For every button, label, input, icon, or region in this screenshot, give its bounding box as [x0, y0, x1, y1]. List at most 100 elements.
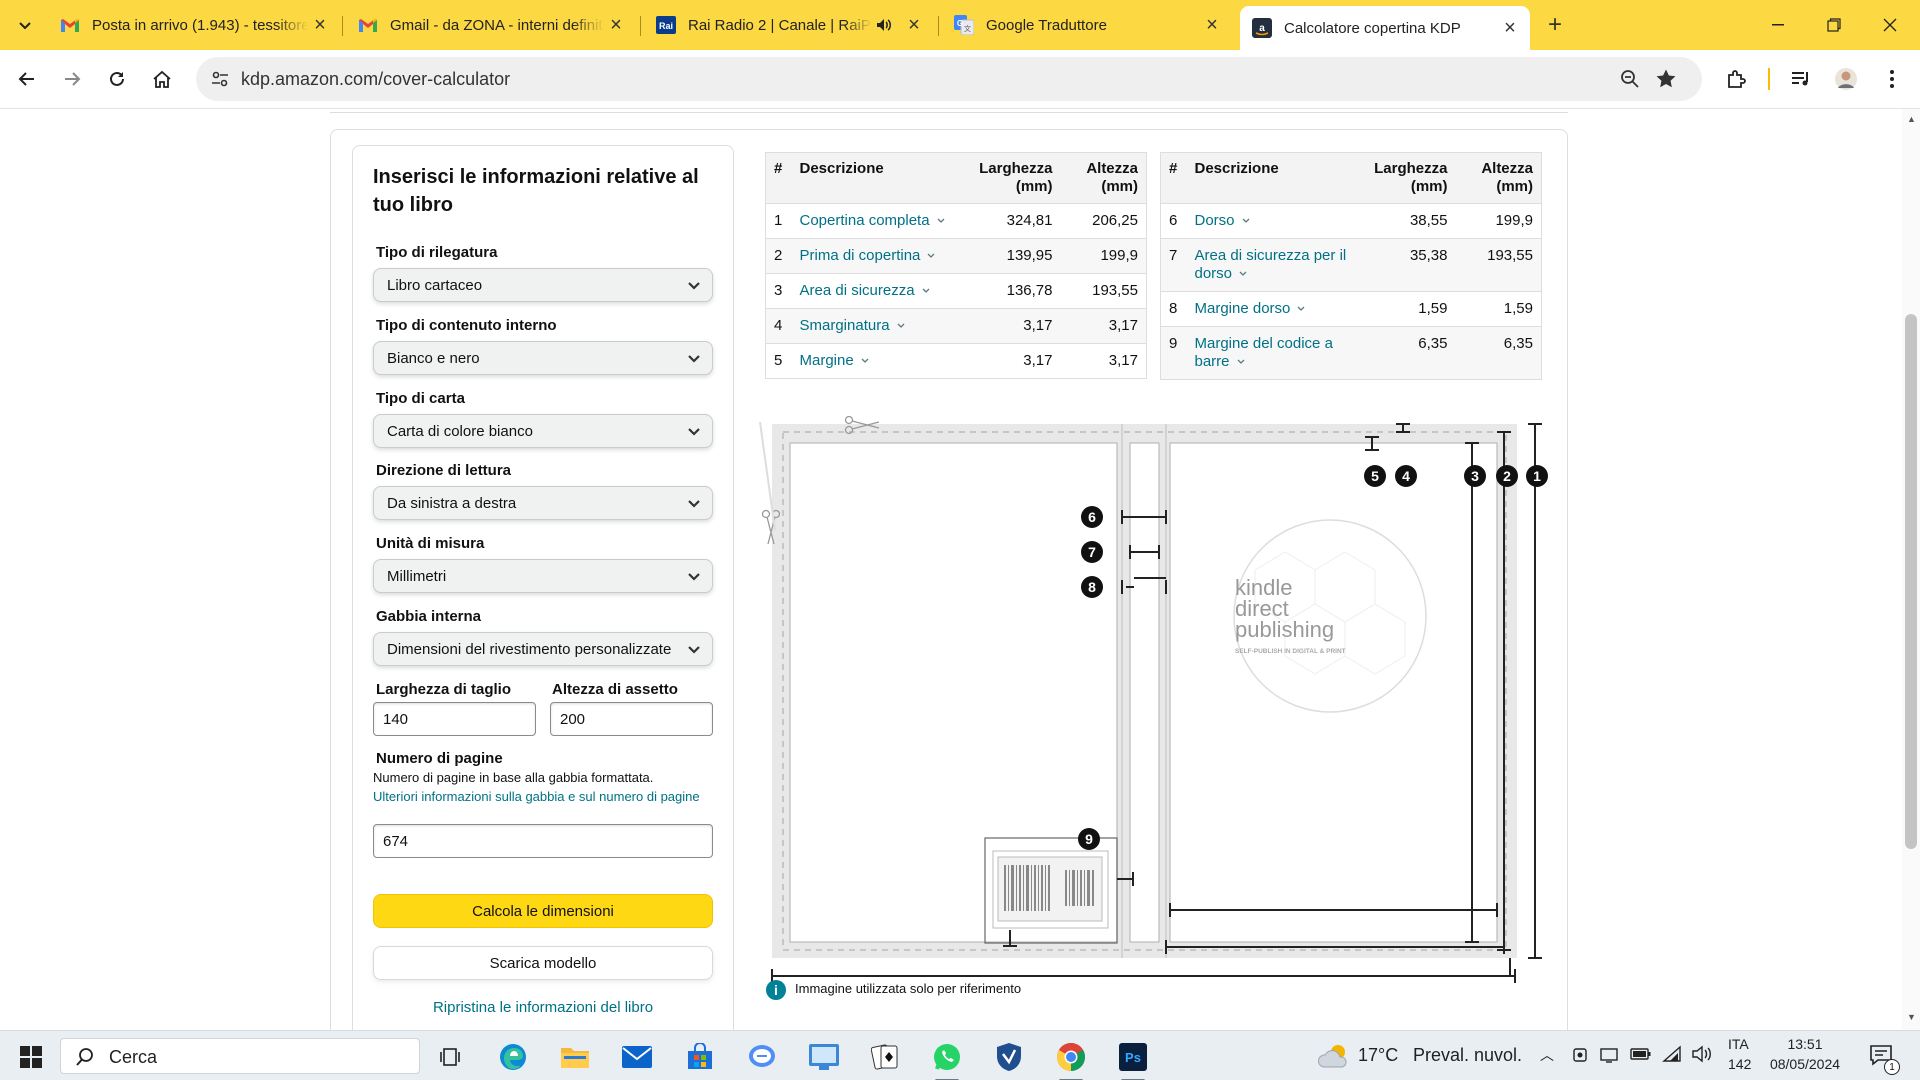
direction-select[interactable]: Da sinistra a destra — [373, 486, 713, 520]
reset-book-link[interactable]: Ripristina le informazioni del libro — [373, 999, 713, 1016]
minimize-button[interactable] — [1750, 0, 1806, 50]
close-icon[interactable]: × — [1498, 16, 1522, 40]
language-indicator[interactable]: ITA — [1728, 1036, 1749, 1052]
rai-icon: Rai — [656, 15, 676, 35]
row-description-link[interactable]: Margine del codice a barre — [1195, 335, 1333, 370]
trim-width-input[interactable]: 140 — [373, 702, 536, 736]
row-description[interactable]: Prima di copertina — [791, 238, 961, 274]
extensions-button[interactable] — [1719, 62, 1753, 96]
row-description[interactable]: Margine — [791, 343, 961, 379]
close-icon[interactable]: × — [308, 13, 332, 37]
tab-google-translate[interactable]: G文 Google Traduttore × — [942, 7, 1232, 43]
row-description[interactable]: Dorso — [1186, 203, 1356, 239]
photoshop-taskbar-icon[interactable]: Ps — [1116, 1040, 1150, 1080]
col-height: Altezza (mm) — [1455, 152, 1542, 204]
zoom-icon[interactable] — [1620, 69, 1640, 89]
trim-height-input[interactable]: 200 — [550, 702, 713, 736]
interior-select[interactable]: Bianco e nero — [373, 341, 713, 375]
site-info-icon[interactable] — [210, 69, 230, 89]
solitaire-taskbar-icon[interactable] — [868, 1040, 902, 1074]
scrollbar-thumb[interactable] — [1905, 314, 1917, 849]
tab-search-button[interactable] — [8, 8, 42, 42]
restore-button[interactable] — [1806, 0, 1862, 50]
file-explorer-taskbar-icon[interactable] — [558, 1040, 592, 1074]
row-description[interactable]: Copertina completa — [791, 203, 961, 239]
svg-text:Ps: Ps — [1125, 1050, 1141, 1065]
weather-temp[interactable]: 17°C — [1358, 1045, 1398, 1066]
close-icon[interactable]: × — [1200, 13, 1224, 37]
download-template-button[interactable]: Scarica modello — [373, 946, 713, 980]
trim-select[interactable]: Dimensioni del rivestimento personalizza… — [373, 632, 713, 666]
reload-button[interactable] — [100, 62, 134, 96]
row-description[interactable]: Margine del codice a barre — [1186, 326, 1356, 380]
table-row: 1 Copertina completa 324,81 206,25 — [765, 203, 1147, 239]
tab-rai-radio[interactable]: Rai Rai Radio 2 | Canale | RaiPlay × — [644, 7, 934, 43]
info-icon: i — [766, 980, 786, 1000]
address-bar[interactable]: kdp.amazon.com/cover-calculator — [196, 57, 1702, 101]
taskbar-search[interactable]: Cerca — [60, 1038, 420, 1074]
row-description[interactable]: Smarginatura — [791, 308, 961, 344]
row-description-link[interactable]: Margine — [800, 352, 854, 369]
paper-select[interactable]: Carta di colore bianco — [373, 414, 713, 448]
tab-gmail-zona[interactable]: Gmail - da ZONA - interni definitivi × — [346, 7, 636, 43]
pages-info-link[interactable]: Ulteriori informazioni sulla gabbia e su… — [373, 788, 713, 806]
clock-time[interactable]: 13:51 — [1760, 1036, 1850, 1052]
task-view-button[interactable] — [433, 1040, 467, 1074]
table-row: 8 Margine dorso 1,59 1,59 — [1160, 291, 1542, 327]
gmail-icon — [60, 15, 80, 35]
media-control-button[interactable] — [1784, 62, 1818, 96]
close-icon[interactable]: × — [604, 13, 628, 37]
new-tab-button[interactable]: + — [1538, 8, 1572, 42]
row-description-link[interactable]: Dorso — [1195, 212, 1235, 229]
edge-taskbar-icon[interactable] — [496, 1040, 530, 1074]
start-button[interactable] — [14, 1040, 48, 1074]
vpn-taskbar-icon[interactable] — [992, 1040, 1026, 1074]
row-description-link[interactable]: Margine dorso — [1195, 300, 1291, 317]
bookmark-star-icon[interactable] — [1655, 68, 1677, 90]
scroll-up-icon[interactable]: ▲ — [1907, 114, 1916, 124]
forward-button[interactable] — [55, 62, 89, 96]
profile-avatar[interactable] — [1829, 62, 1863, 96]
browser-menu-button[interactable] — [1875, 62, 1909, 96]
marker-5: 5 — [1364, 465, 1386, 487]
chrome-taskbar-icon[interactable] — [1054, 1040, 1088, 1080]
tray-display-icon[interactable] — [1600, 1047, 1618, 1063]
clock-date[interactable]: 08/05/2024 — [1750, 1056, 1860, 1072]
scroll-down-icon[interactable]: ▼ — [1907, 1012, 1916, 1022]
binding-select[interactable]: Libro cartaceo — [373, 268, 713, 302]
unit-select[interactable]: Millimetri — [373, 559, 713, 593]
marker-3: 3 — [1464, 465, 1486, 487]
home-button[interactable] — [145, 62, 179, 96]
row-description-link[interactable]: Smarginatura — [800, 317, 890, 334]
row-description-link[interactable]: Area di sicurezza — [800, 282, 915, 299]
plus-icon: + — [1547, 11, 1562, 38]
marker-9: 9 — [1078, 828, 1100, 850]
weather-text[interactable]: Preval. nuvol. — [1413, 1045, 1522, 1066]
app-taskbar-icon[interactable] — [807, 1040, 841, 1074]
tab-gmail-inbox[interactable]: Posta in arrivo (1.943) - tessitore × — [48, 7, 340, 43]
row-description[interactable]: Margine dorso — [1186, 291, 1356, 327]
audio-playing-icon[interactable] — [872, 13, 896, 37]
wifi-icon[interactable] — [1662, 1045, 1682, 1063]
row-description[interactable]: Area di sicurezza — [791, 273, 961, 309]
close-window-button[interactable] — [1862, 0, 1918, 50]
mail-taskbar-icon[interactable] — [620, 1040, 654, 1074]
whatsapp-taskbar-icon[interactable] — [930, 1040, 964, 1080]
tab-kdp-calculator[interactable]: a Calcolatore copertina KDP × — [1240, 6, 1530, 50]
tray-chevron-up-icon[interactable]: ︿ — [1540, 1045, 1554, 1065]
row-description-link[interactable]: Area di sicurezza per il dorso — [1195, 247, 1347, 282]
tray-device-icon[interactable] — [1572, 1047, 1588, 1063]
row-description-link[interactable]: Prima di copertina — [800, 247, 921, 264]
back-button[interactable] — [10, 62, 44, 96]
volume-icon[interactable] — [1692, 1045, 1714, 1063]
close-icon[interactable]: × — [902, 13, 926, 37]
vertical-scrollbar[interactable]: ▲ ▼ — [1902, 109, 1920, 1030]
row-description-link[interactable]: Copertina completa — [800, 212, 930, 229]
store-taskbar-icon[interactable] — [683, 1040, 717, 1074]
weather-cloud-icon[interactable] — [1318, 1043, 1350, 1069]
battery-icon[interactable] — [1630, 1047, 1652, 1061]
calculate-button[interactable]: Calcola le dimensioni — [373, 894, 713, 928]
row-description[interactable]: Area di sicurezza per il dorso — [1186, 238, 1356, 292]
chat-taskbar-icon[interactable] — [745, 1040, 779, 1074]
page-count-input[interactable]: 674 — [373, 824, 713, 858]
